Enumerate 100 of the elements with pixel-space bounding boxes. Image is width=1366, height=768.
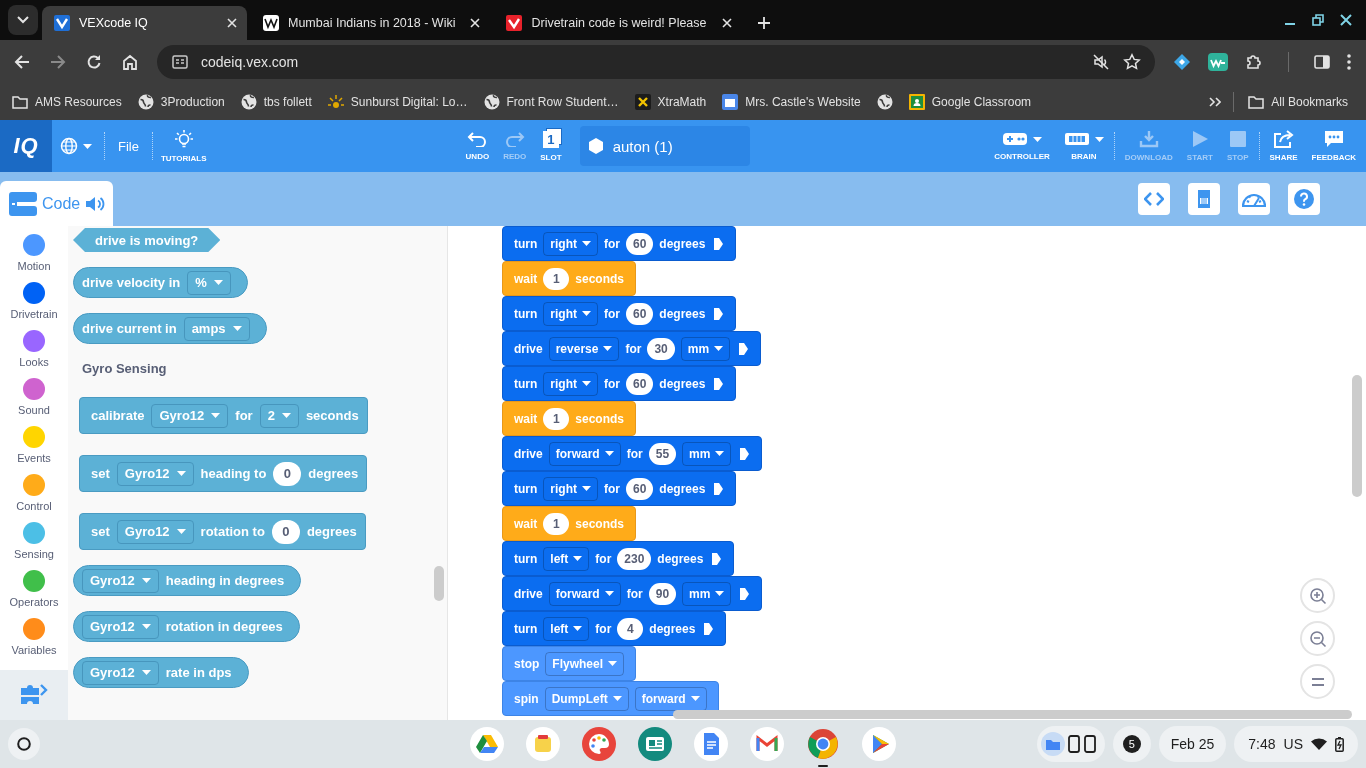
- number-field[interactable]: 1: [543, 407, 570, 430]
- wave-extension-icon[interactable]: [1208, 53, 1228, 71]
- block-dropdown[interactable]: mm: [680, 336, 731, 361]
- code-block[interactable]: drive forward for 90 mm: [502, 576, 763, 611]
- category-button[interactable]: Looks: [0, 330, 68, 378]
- code-block[interactable]: wait 1 seconds: [502, 506, 637, 541]
- slot-button[interactable]: 1 SLOT: [534, 120, 568, 172]
- code-block[interactable]: turn right for 60 degrees: [502, 471, 737, 506]
- browser-tab[interactable]: Drivetrain code is weird! Please: [494, 6, 742, 40]
- triangle-logo-icon[interactable]: [470, 727, 504, 761]
- arrow-icon[interactable]: [739, 446, 751, 461]
- category-button[interactable]: Variables: [0, 618, 68, 666]
- code-block[interactable]: turn left for 4 degrees: [502, 611, 727, 646]
- block-dropdown[interactable]: right: [543, 231, 598, 256]
- arrow-icon[interactable]: [711, 551, 723, 566]
- number-field[interactable]: 1: [543, 267, 570, 290]
- site-info-icon[interactable]: [172, 54, 188, 70]
- block-dropdown[interactable]: left: [543, 546, 590, 571]
- code-block[interactable]: drive reverse for 30 mm: [502, 331, 762, 366]
- document-icon[interactable]: [694, 727, 728, 761]
- close-icon[interactable]: [1340, 14, 1352, 26]
- launcher-button[interactable]: [8, 728, 40, 760]
- code-view-button[interactable]: [1138, 183, 1170, 215]
- zoom-in-button[interactable]: [1300, 578, 1335, 613]
- side-panel-icon[interactable]: [1314, 54, 1330, 70]
- close-icon[interactable]: [721, 18, 732, 28]
- category-button[interactable]: Drivetrain: [0, 282, 68, 330]
- diamond-extension-icon[interactable]: [1173, 53, 1191, 71]
- category-button[interactable]: Control: [0, 474, 68, 522]
- muted-speaker-icon[interactable]: [1092, 53, 1110, 71]
- number-field[interactable]: 230: [617, 547, 652, 570]
- puzzle-icon[interactable]: [1245, 53, 1263, 71]
- category-button[interactable]: Motion: [0, 234, 68, 282]
- block-dropdown[interactable]: forward: [548, 441, 621, 466]
- category-button[interactable]: Operators: [0, 570, 68, 618]
- category-button[interactable]: Events: [0, 426, 68, 474]
- block-dropdown[interactable]: reverse: [548, 336, 620, 361]
- block-dropdown[interactable]: right: [543, 476, 598, 501]
- bookmark[interactable]: AMS Resources: [6, 90, 128, 114]
- block-dropdown[interactable]: left: [543, 616, 590, 641]
- palette-block[interactable]: set Gyro12 heading to 0 degrees: [79, 455, 368, 492]
- zoom-reset-button[interactable]: [1300, 664, 1335, 699]
- number-field[interactable]: 1: [543, 512, 570, 535]
- number-field[interactable]: 60: [626, 232, 654, 255]
- bookmark[interactable]: XtraMath: [628, 90, 713, 114]
- arrow-icon[interactable]: [703, 621, 715, 636]
- arrow-icon[interactable]: [713, 306, 725, 321]
- palette-icon[interactable]: [582, 727, 616, 761]
- code-block[interactable]: turn left for 230 degrees: [502, 541, 735, 576]
- bookmark[interactable]: 3Production: [131, 90, 231, 114]
- number-field[interactable]: 0: [271, 519, 300, 544]
- number-field[interactable]: 55: [648, 442, 677, 465]
- arrow-icon[interactable]: [713, 481, 725, 496]
- screen-card-icon[interactable]: [638, 727, 672, 761]
- block-dropdown[interactable]: mm: [682, 441, 732, 466]
- phone-hub-button[interactable]: [1036, 726, 1105, 762]
- close-icon[interactable]: [470, 18, 481, 28]
- code-block[interactable]: turn right for 60 degrees: [502, 226, 737, 261]
- scrollbar-thumb[interactable]: [434, 566, 444, 601]
- category-button[interactable]: Sensing: [0, 522, 68, 570]
- block-dropdown[interactable]: mm: [682, 581, 732, 606]
- block-dropdown[interactable]: right: [543, 301, 598, 326]
- address-bar[interactable]: codeiq.vex.com: [157, 45, 1155, 79]
- envelope-icon[interactable]: [750, 727, 784, 761]
- star-icon[interactable]: [1123, 53, 1141, 71]
- number-field[interactable]: 0: [273, 461, 302, 486]
- speaker-icon[interactable]: [85, 194, 106, 213]
- browser-tab[interactable]: VEXcode IQ: [42, 6, 247, 40]
- all-bookmarks-button[interactable]: All Bookmarks: [1242, 90, 1354, 114]
- block-dropdown[interactable]: right: [543, 371, 598, 396]
- help-button[interactable]: [1288, 183, 1320, 215]
- bookmark[interactable]: tbs follett: [234, 90, 318, 114]
- restore-icon[interactable]: [1312, 14, 1324, 26]
- tab-search-button[interactable]: [8, 5, 38, 35]
- code-block[interactable]: drive forward for 55 mm: [502, 436, 763, 471]
- category-button[interactable]: Sound: [0, 378, 68, 426]
- date-button[interactable]: Feb 25: [1158, 726, 1227, 762]
- code-block[interactable]: wait 1 seconds: [502, 261, 637, 296]
- arrow-icon[interactable]: [713, 376, 725, 391]
- bookmark[interactable]: Sunburst Digital: Lo…: [321, 90, 474, 114]
- block-dropdown[interactable]: forward: [548, 581, 621, 606]
- scrollbar-thumb[interactable]: [1352, 375, 1362, 497]
- number-field[interactable]: 60: [626, 302, 654, 325]
- arrow-icon[interactable]: [739, 586, 751, 601]
- code-block[interactable]: wait 1 seconds: [502, 401, 637, 436]
- logo[interactable]: IQ: [0, 120, 52, 172]
- notification-button[interactable]: 5: [1112, 726, 1151, 762]
- zoom-out-button[interactable]: [1300, 621, 1335, 656]
- arrow-icon[interactable]: [738, 341, 750, 356]
- browser-logo-icon[interactable]: [806, 727, 840, 761]
- browser-tab[interactable]: Mumbai Indians in 2018 - Wiki: [251, 6, 491, 40]
- number-field[interactable]: 30: [647, 337, 675, 360]
- plus-icon[interactable]: [757, 17, 770, 29]
- close-icon[interactable]: [227, 18, 237, 28]
- bookmark[interactable]: Google Classroom: [902, 90, 1038, 114]
- code-block[interactable]: turn right for 60 degrees: [502, 296, 737, 331]
- scrollbar-thumb[interactable]: [673, 710, 1352, 719]
- palette-block[interactable]: set Gyro12 rotation to 0 degrees: [79, 513, 366, 550]
- number-field[interactable]: 90: [648, 582, 677, 605]
- device-button[interactable]: [1188, 183, 1220, 215]
